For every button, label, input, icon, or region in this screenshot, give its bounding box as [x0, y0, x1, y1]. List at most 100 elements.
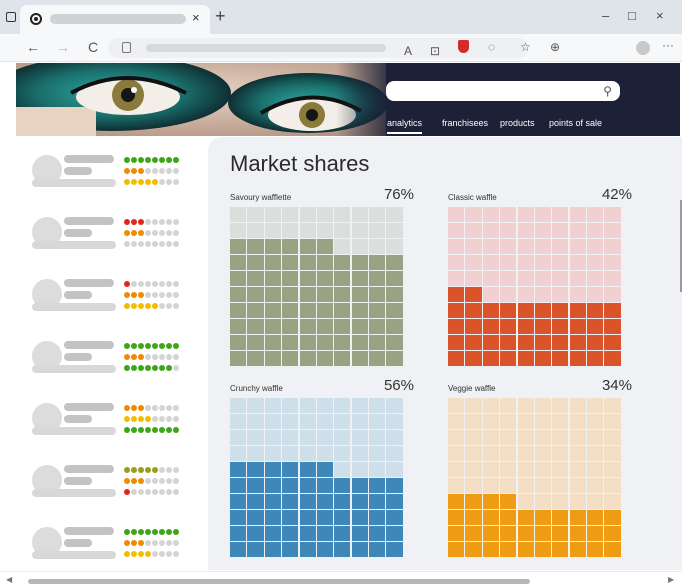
rating-dot — [145, 427, 151, 433]
reload-button[interactable]: C — [88, 39, 98, 55]
tab-close-button[interactable]: × — [192, 11, 200, 25]
waffle-cell — [604, 429, 621, 445]
waffle-cell — [500, 286, 517, 302]
rating-dot — [173, 219, 179, 225]
waffle-cell — [316, 477, 334, 493]
waffle-cell — [316, 207, 334, 222]
waffle-cell — [482, 334, 499, 350]
rating-dot — [152, 467, 158, 473]
waffle-cell — [369, 525, 386, 541]
forward-button[interactable]: → — [56, 39, 70, 55]
waffle-cell — [482, 509, 499, 525]
waffle-cell — [587, 207, 604, 222]
horizontal-scrollbar-thumb[interactable] — [28, 579, 530, 584]
waffle-cell — [247, 350, 264, 366]
window-menu-icon[interactable] — [6, 12, 16, 22]
nav-analytics[interactable]: analytics — [387, 118, 423, 134]
sidebar-item[interactable] — [16, 331, 208, 387]
new-tab-button[interactable]: + — [215, 6, 226, 26]
sidebar-item[interactable] — [16, 145, 208, 201]
waffle-cell — [369, 238, 386, 254]
rating-dot — [131, 303, 137, 309]
maximize-button[interactable]: □ — [628, 8, 636, 24]
waffle-cell — [552, 350, 569, 366]
rating-dots — [124, 241, 179, 247]
waffle-cell — [465, 334, 482, 350]
rating-dot — [152, 540, 158, 546]
browser-tab[interactable]: × — [20, 5, 210, 34]
close-window-button[interactable]: × — [656, 8, 664, 24]
browser-window: × + – □ × ← → C A ⊡ ◌ ☆ ⊕ ··· ⚲ analytic… — [0, 0, 682, 588]
rating-dot — [173, 292, 179, 298]
waffle-cell — [230, 334, 247, 350]
waffle-cell — [247, 493, 264, 509]
nav-products[interactable]: products — [500, 118, 535, 128]
subtitle-placeholder — [32, 179, 116, 187]
waffle-cell — [517, 525, 534, 541]
search-icon[interactable]: ⚲ — [603, 84, 612, 98]
waffle-cell — [264, 318, 281, 334]
rating-dot — [173, 230, 179, 236]
waffle-cell — [517, 509, 534, 525]
sidebar-item[interactable] — [16, 207, 208, 263]
immersive-reader-icon[interactable]: ⊡ — [430, 44, 440, 58]
waffle-cell — [264, 238, 281, 254]
sidebar-item[interactable] — [16, 269, 208, 325]
waffle-cell — [264, 541, 281, 557]
rating-dot — [159, 416, 165, 422]
waffle-cell — [500, 238, 517, 254]
favorites-icon[interactable]: ☆ — [520, 40, 531, 54]
waffle-cell — [334, 254, 351, 270]
waffle-cell — [299, 286, 316, 302]
waffle-cell — [604, 334, 621, 350]
sidebar-item[interactable] — [16, 393, 208, 449]
waffle-cell — [604, 445, 621, 461]
waffle-cell — [351, 286, 368, 302]
scroll-right-arrow-icon[interactable]: ▶ — [668, 575, 674, 584]
rating-dot — [138, 540, 144, 546]
rating-dot — [145, 281, 151, 287]
waffle-cell — [569, 222, 586, 238]
waffle-cell — [299, 238, 316, 254]
waffle-cell — [534, 238, 552, 254]
waffle-cell — [517, 398, 534, 413]
nav-points-of-sale[interactable]: points of sale — [549, 118, 602, 128]
extension-icon[interactable]: ◌ — [488, 40, 495, 54]
waffle-cell — [230, 493, 247, 509]
waffle-cell — [264, 509, 281, 525]
sidebar-item[interactable] — [16, 517, 208, 573]
waffle-cell — [448, 398, 465, 413]
read-aloud-icon[interactable]: A — [404, 44, 412, 58]
rating-dot — [131, 179, 137, 185]
shield-icon[interactable] — [458, 40, 469, 53]
sidebar-item[interactable] — [16, 455, 208, 511]
more-menu-button[interactable]: ··· — [662, 38, 674, 52]
waffle-cell — [386, 398, 403, 413]
waffle-cell — [386, 509, 403, 525]
scroll-left-arrow-icon[interactable]: ◀ — [6, 575, 12, 584]
minimize-button[interactable]: – — [602, 8, 609, 24]
waffle-cell — [351, 222, 368, 238]
name-placeholder — [64, 403, 114, 411]
rating-dot — [159, 427, 165, 433]
rating-dot — [124, 467, 130, 473]
waffle-cell — [552, 238, 569, 254]
waffle-cell — [482, 445, 499, 461]
search-input[interactable]: ⚲ — [386, 81, 620, 101]
collections-icon[interactable]: ⊕ — [550, 40, 560, 54]
waffle-cell — [351, 302, 368, 318]
waffle-cell — [604, 270, 621, 286]
waffle-cell — [604, 350, 621, 366]
profile-avatar[interactable] — [636, 41, 650, 55]
rating-dot — [159, 489, 165, 495]
subtitle-placeholder — [32, 303, 116, 311]
back-button[interactable]: ← — [26, 39, 40, 55]
waffle-cell — [386, 413, 403, 429]
rating-dots — [124, 281, 179, 287]
waffle-cell — [534, 286, 552, 302]
waffle-cell — [351, 461, 368, 477]
name-placeholder — [64, 217, 114, 225]
rating-dot — [124, 303, 130, 309]
waffle-cell — [552, 461, 569, 477]
nav-franchisees[interactable]: franchisees — [442, 118, 488, 128]
